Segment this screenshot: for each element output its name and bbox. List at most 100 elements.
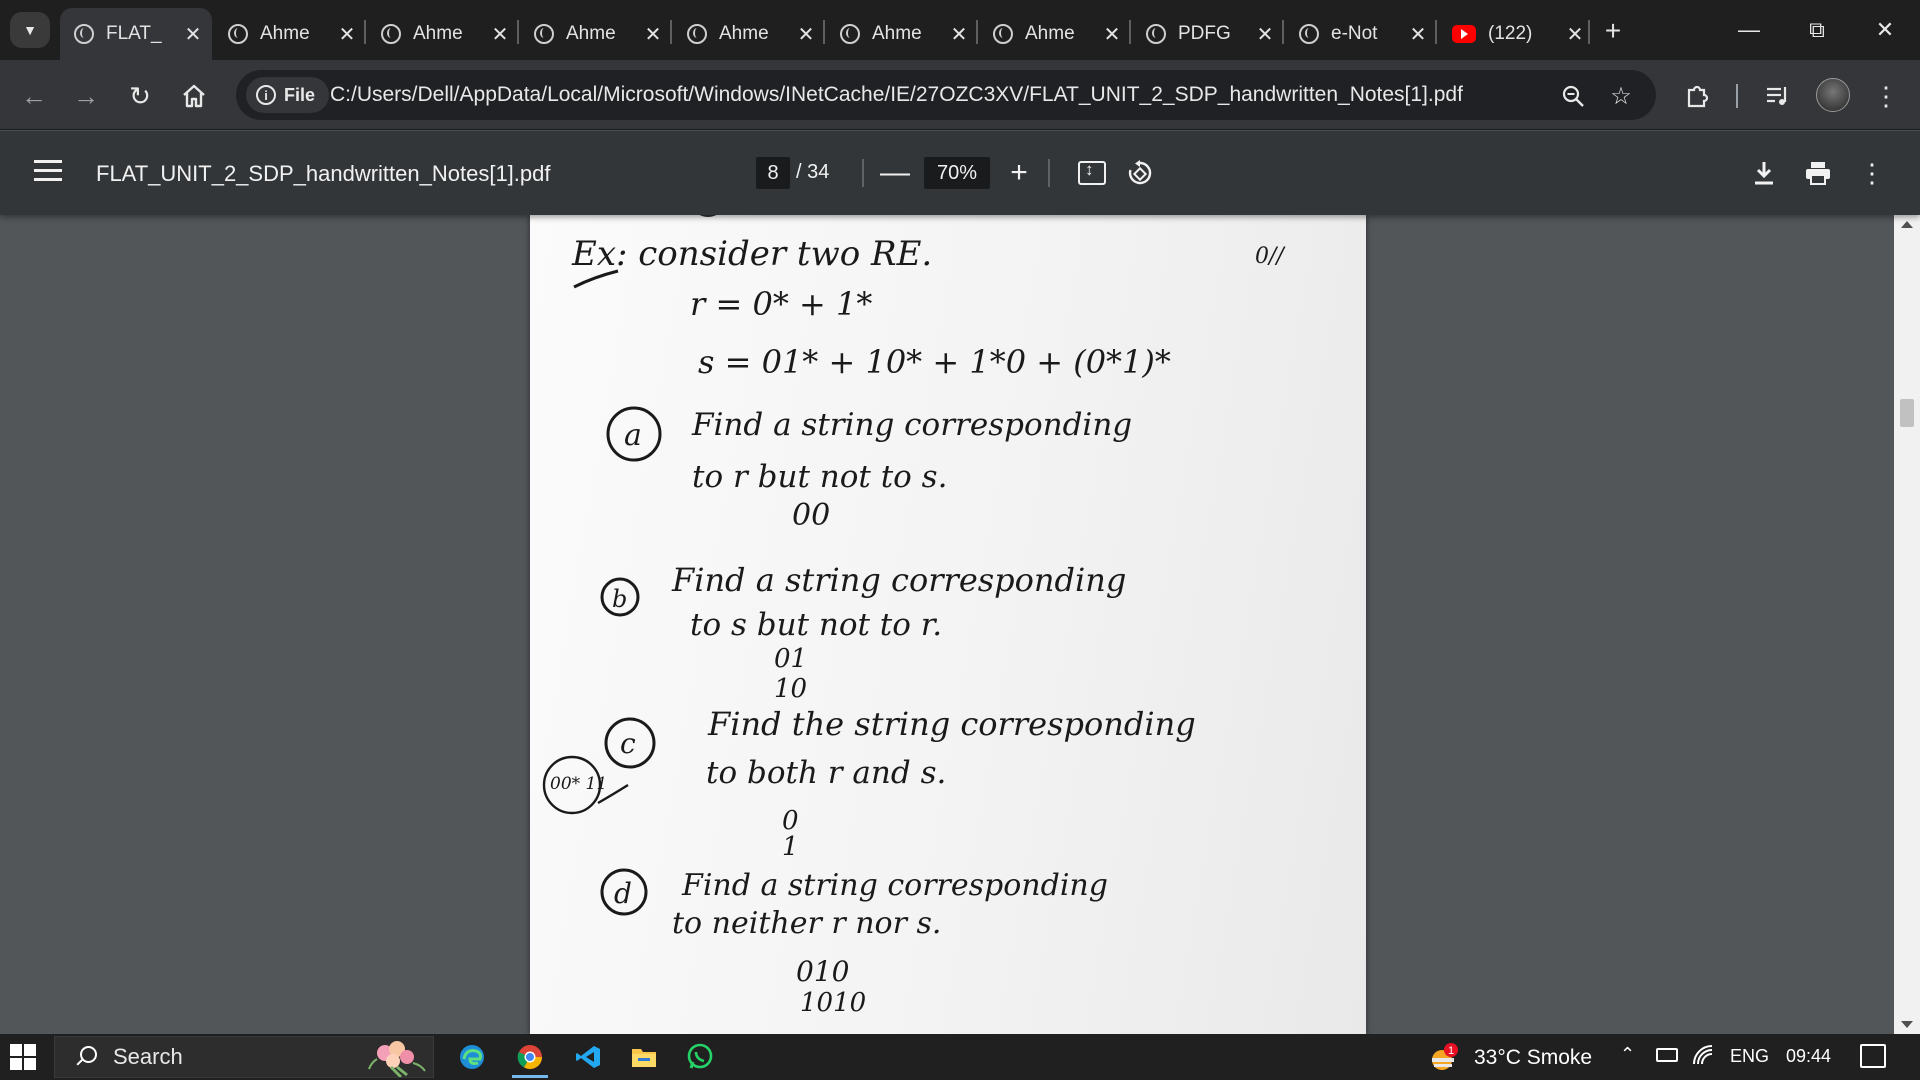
weather-icon[interactable]: 1 — [1428, 1042, 1458, 1072]
restore-button[interactable]: ⧉ — [1792, 10, 1842, 50]
zoom-out-button[interactable]: — — [880, 153, 910, 193]
language-indicator[interactable]: ENG — [1730, 1046, 1769, 1067]
tab-ahmed-3[interactable]: Ahme ✕ — [520, 8, 672, 60]
r-definition: r = 0* + 1* — [690, 285, 872, 323]
show-hidden-icons-chevron-icon[interactable]: ⌃ — [1620, 1044, 1635, 1065]
tab-title: Ahme — [566, 23, 616, 44]
tab-pdfg[interactable]: PDFG ✕ — [1132, 8, 1284, 60]
puzzle-icon — [1687, 85, 1709, 108]
tab-ahmed-5[interactable]: Ahme ✕ — [826, 8, 978, 60]
profile-avatar[interactable] — [1816, 78, 1850, 112]
tab-title: Ahme — [413, 23, 463, 44]
question-b-answer1: 01 — [774, 644, 807, 674]
tab-flat-notes[interactable]: FLAT_ ✕ — [60, 8, 212, 60]
site-info-chip[interactable]: i File — [246, 77, 330, 113]
example-intro: Ex: consider two RE. — [571, 234, 932, 274]
download-button[interactable] — [1744, 153, 1784, 193]
close-icon[interactable]: ✕ — [795, 22, 817, 47]
tab-title: e-Not — [1331, 23, 1378, 44]
reload-icon: ↻ — [129, 80, 151, 111]
youtube-icon — [1452, 25, 1476, 43]
pdf-more-button[interactable]: ⋮ — [1852, 153, 1892, 193]
question-b-line1: Find a string corresponding — [671, 561, 1126, 599]
close-icon[interactable]: ✕ — [1254, 22, 1276, 47]
zoom-level-input[interactable]: 70% — [924, 157, 990, 189]
taskbar-search[interactable]: Search — [54, 1036, 434, 1078]
rotate-button[interactable] — [1120, 153, 1160, 193]
weather-badge: 1 — [1448, 1045, 1454, 1057]
back-button[interactable]: ← — [14, 76, 54, 116]
forward-button[interactable]: → — [66, 76, 106, 116]
tab-youtube[interactable]: (122) ✕ — [1438, 8, 1590, 60]
clock[interactable]: 09:44 — [1786, 1046, 1831, 1067]
taskbar: Search 1 33°C Smoke ⌃ ENG 09:44 — [0, 1034, 1920, 1080]
new-tab-button[interactable]: + — [1596, 14, 1630, 48]
info-icon: i — [256, 85, 276, 105]
battery-icon[interactable] — [1656, 1048, 1678, 1062]
bookmark-star-icon[interactable]: ☆ — [1604, 79, 1638, 113]
close-icon[interactable]: ✕ — [1407, 22, 1429, 47]
media-control-button[interactable] — [1758, 76, 1798, 116]
close-icon[interactable]: ✕ — [1101, 22, 1123, 47]
taskbar-file-explorer[interactable] — [620, 1036, 668, 1078]
weather-text[interactable]: 33°C Smoke — [1474, 1046, 1592, 1070]
tab-ahmed-6[interactable]: Ahme ✕ — [979, 8, 1131, 60]
menu-icon[interactable] — [30, 155, 66, 191]
pdf-title: FLAT_UNIT_2_SDP_handwritten_Notes[1].pdf — [96, 161, 551, 186]
tab-ahmed-2[interactable]: Ahme ✕ — [367, 8, 519, 60]
taskbar-whatsapp[interactable] — [676, 1036, 724, 1078]
question-a-line1: Find a string corresponding — [691, 407, 1132, 443]
arrow-left-icon: ← — [21, 80, 47, 111]
browser-menu-button[interactable]: ⋮ — [1866, 76, 1906, 116]
bouquet-icon — [368, 1041, 426, 1077]
taskbar-vscode[interactable] — [564, 1036, 612, 1078]
vertical-scrollbar[interactable] — [1894, 215, 1920, 1034]
url-text[interactable]: C:/Users/Dell/AppData/Local/Microsoft/Wi… — [330, 83, 1463, 107]
wifi-icon[interactable] — [1692, 1044, 1714, 1071]
close-icon[interactable]: ✕ — [182, 22, 204, 47]
scroll-thumb[interactable] — [1900, 399, 1914, 427]
taskbar-edge[interactable] — [448, 1036, 496, 1078]
fit-to-page-icon[interactable] — [1078, 160, 1106, 185]
print-button[interactable] — [1798, 153, 1838, 193]
notification-icon[interactable] — [1860, 1044, 1886, 1068]
close-window-button[interactable]: ✕ — [1860, 10, 1910, 50]
minimize-button[interactable]: — — [1724, 10, 1774, 50]
page-number-input[interactable]: 8 — [756, 157, 790, 189]
cut-off-stroke — [699, 215, 717, 217]
tab-ahmed-4[interactable]: Ahme ✕ — [673, 8, 825, 60]
chevron-down-icon: ▼ — [23, 22, 37, 38]
zoom-icon[interactable] — [1556, 79, 1590, 113]
tab-ahmed-1[interactable]: Ahme ✕ — [214, 8, 366, 60]
globe-icon — [381, 24, 401, 44]
reload-button[interactable]: ↻ — [120, 76, 160, 116]
close-icon[interactable]: ✕ — [948, 22, 970, 47]
scroll-up-arrow-icon[interactable] — [1901, 221, 1913, 228]
page-total: / 34 — [796, 161, 830, 183]
page-mark: 0// — [1255, 244, 1286, 269]
close-icon[interactable]: ✕ — [489, 22, 511, 47]
close-icon[interactable]: ✕ — [336, 22, 358, 47]
tab-separator — [823, 20, 825, 44]
globe-icon — [534, 24, 554, 44]
scroll-down-arrow-icon[interactable] — [1901, 1021, 1913, 1028]
pdf-viewer[interactable]: 0// Ex: consider two RE. r = 0* + 1* s =… — [0, 215, 1920, 1034]
tab-title: Ahme — [260, 23, 310, 44]
zoom-in-button[interactable]: + — [1004, 153, 1034, 193]
close-icon[interactable]: ✕ — [642, 22, 664, 47]
tab-separator — [976, 20, 978, 44]
taskbar-chrome[interactable] — [506, 1036, 554, 1078]
arrow-right-icon: → — [73, 80, 99, 111]
tab-search-button[interactable]: ▼ — [10, 12, 50, 48]
tab-title: (122) — [1488, 23, 1533, 44]
windows-start-icon[interactable] — [10, 1044, 36, 1070]
close-icon[interactable]: ✕ — [1564, 22, 1586, 47]
side-note: 00* 11 — [550, 774, 607, 794]
pdf-toolbar-divider — [1048, 159, 1050, 187]
tab-e-notes[interactable]: e-Not ✕ — [1285, 8, 1437, 60]
extensions-button[interactable] — [1678, 76, 1718, 116]
restore-icon: ⧉ — [1809, 17, 1825, 42]
home-button[interactable] — [174, 76, 214, 116]
address-bar[interactable]: i File C:/Users/Dell/AppData/Local/Micro… — [236, 70, 1656, 120]
tab-separator — [1588, 20, 1590, 44]
